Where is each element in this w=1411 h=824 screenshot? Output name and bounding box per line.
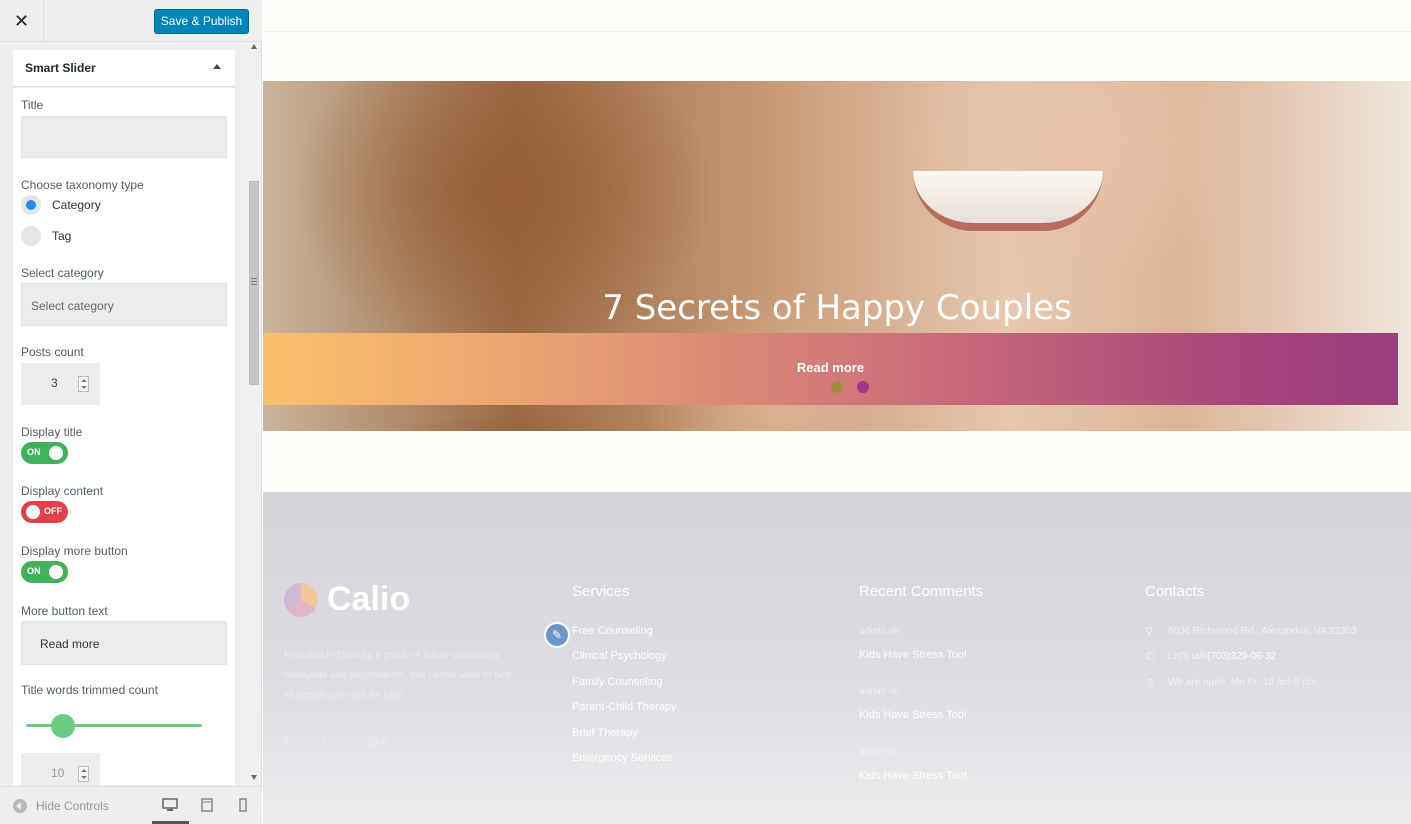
- service-link[interactable]: Family Counseling: [572, 676, 662, 688]
- display-content-toggle[interactable]: OFF: [21, 501, 68, 523]
- close-icon[interactable]: ✕: [0, 0, 44, 42]
- title-label: Title: [21, 98, 44, 112]
- toggle-knob: [26, 505, 40, 519]
- toggle-knob: [49, 446, 63, 460]
- service-link[interactable]: Brief Therapy: [572, 727, 638, 739]
- comment-author[interactable]: admin: [859, 747, 886, 758]
- preview-top-strip: [263, 0, 1411, 32]
- contact-phone-line: Let's talk(703)329-06-32: [1168, 651, 1276, 662]
- slider-dot-1[interactable]: [831, 381, 843, 393]
- about-text: Founded in 1999 by a group of fellow cou…: [284, 650, 513, 701]
- google-plus-icon[interactable]: G+: [368, 734, 388, 751]
- phone-number[interactable]: (703)329-06-32: [1207, 651, 1276, 662]
- title-input[interactable]: [21, 116, 227, 158]
- location-pin-icon: ⚲: [1145, 626, 1154, 638]
- comment-post-link[interactable]: Kids Have Stress Too!: [859, 709, 967, 721]
- caret-up-icon: [213, 64, 221, 69]
- taxonomy-label: Choose taxonomy type: [21, 178, 144, 192]
- contacts-title: Contacts: [1145, 583, 1205, 600]
- smart-slider: 7 Secrets of Happy Couples Read more: [263, 81, 1411, 431]
- comment-on: on: [889, 626, 901, 637]
- display-title-toggle[interactable]: ON: [21, 442, 68, 464]
- trim-value: 10: [51, 766, 65, 780]
- twitter-icon[interactable]: t: [323, 734, 327, 751]
- comment-author[interactable]: admin: [859, 626, 886, 637]
- comment-meta: admin on: [859, 686, 900, 697]
- display-more-toggle[interactable]: ON: [21, 561, 68, 583]
- display-title-label: Display title: [21, 425, 83, 439]
- contact-hours: We are open: Mn-Fr: 10 am-8 pm: [1168, 677, 1317, 688]
- panel-footer: Hide Controls: [0, 786, 262, 824]
- category-select[interactable]: Select category: [21, 283, 227, 326]
- comments-title: Recent Comments: [859, 583, 984, 600]
- logo-icon: [284, 583, 318, 617]
- scroll-up-icon[interactable]: [251, 44, 257, 49]
- trim-label: Title words trimmed count: [21, 683, 158, 697]
- site-footer: Calio Founded in 1999 by a group of fell…: [263, 492, 1411, 824]
- comment-post-link[interactable]: Kids Have Stress Too!: [859, 649, 967, 661]
- toggle-state: OFF: [44, 506, 62, 516]
- toggle-state: ON: [27, 447, 41, 457]
- select-category-label: Select category: [21, 266, 104, 280]
- desktop-icon[interactable]: [162, 798, 178, 812]
- radio-tag-label: Tag: [52, 229, 72, 243]
- read-more-button[interactable]: Read more: [263, 333, 1398, 405]
- comment-on: on: [889, 747, 901, 758]
- service-link[interactable]: Parent-Child Therapy: [572, 701, 676, 713]
- trim-stepper[interactable]: 10: [21, 753, 100, 785]
- tablet-icon[interactable]: [201, 798, 213, 812]
- slider-dot-2[interactable]: [857, 381, 869, 393]
- posts-count-stepper[interactable]: 3: [21, 363, 100, 405]
- toggle-knob: [49, 565, 63, 579]
- comment-meta: admin on: [859, 747, 900, 758]
- posts-count-label: Posts count: [21, 345, 84, 359]
- stepper-arrows-icon[interactable]: [78, 376, 89, 392]
- mobile-icon[interactable]: [239, 798, 247, 812]
- slide-title[interactable]: 7 Secrets of Happy Couples: [263, 288, 1411, 328]
- slide-photo-detail: [913, 171, 1103, 231]
- display-content-label: Display content: [21, 484, 104, 498]
- clock-icon: ◷: [1145, 677, 1155, 689]
- more-text-value: Read more: [40, 637, 100, 651]
- panel-scrollbar[interactable]: [247, 42, 261, 784]
- pencil-icon[interactable]: ✎: [544, 622, 570, 648]
- contact-address: 6036 Richmond Rd., Alexandria, VA 22303: [1168, 626, 1357, 637]
- grip-icon: [251, 278, 257, 285]
- posts-count-value: 3: [51, 376, 58, 390]
- section-header[interactable]: Smart Slider: [13, 50, 235, 87]
- customizer-panel: ✕ Save & Publish Smart Slider Title Choo…: [0, 0, 262, 824]
- phone-icon: ✆: [1145, 651, 1155, 663]
- section-title: Smart Slider: [25, 61, 96, 75]
- save-publish-button[interactable]: Save & Publish: [154, 9, 249, 34]
- hide-controls-button[interactable]: Hide Controls: [36, 799, 109, 813]
- category-select-placeholder: Select category: [31, 299, 114, 313]
- comment-on: on: [889, 686, 901, 697]
- more-text-label: More button text: [21, 604, 108, 618]
- comment-meta: admin on: [859, 626, 900, 637]
- panel-header: ✕ Save & Publish: [0, 0, 262, 42]
- more-text-input[interactable]: Read more: [21, 621, 227, 665]
- radio-tag[interactable]: [21, 226, 41, 246]
- trim-slider-handle[interactable]: [51, 714, 75, 738]
- service-link[interactable]: Free Counseling: [572, 625, 653, 637]
- site-preview: 7 Secrets of Happy Couples Read more Cal…: [263, 0, 1411, 824]
- phone-prefix: Let's talk: [1168, 651, 1208, 662]
- stepper-arrows-icon[interactable]: [78, 766, 89, 782]
- controls-area: Title Choose taxonomy type Category Tag …: [13, 88, 235, 785]
- toggle-state: ON: [27, 566, 41, 576]
- display-more-label: Display more button: [21, 544, 128, 558]
- services-title: Services: [572, 583, 630, 600]
- service-link[interactable]: Emergency Services: [572, 752, 673, 764]
- comment-post-link[interactable]: Kids Have Stress Too!: [859, 770, 967, 782]
- facebook-icon[interactable]: f: [284, 734, 288, 751]
- collapse-icon[interactable]: [13, 799, 27, 813]
- service-link[interactable]: Clinical Psychology: [572, 650, 667, 662]
- radio-category[interactable]: [21, 195, 41, 215]
- scroll-down-icon[interactable]: [251, 775, 257, 780]
- radio-category-label: Category: [52, 198, 101, 212]
- logo-text[interactable]: Calio: [327, 580, 410, 619]
- read-more-label: Read more: [796, 360, 865, 375]
- comment-author[interactable]: admin: [859, 686, 886, 697]
